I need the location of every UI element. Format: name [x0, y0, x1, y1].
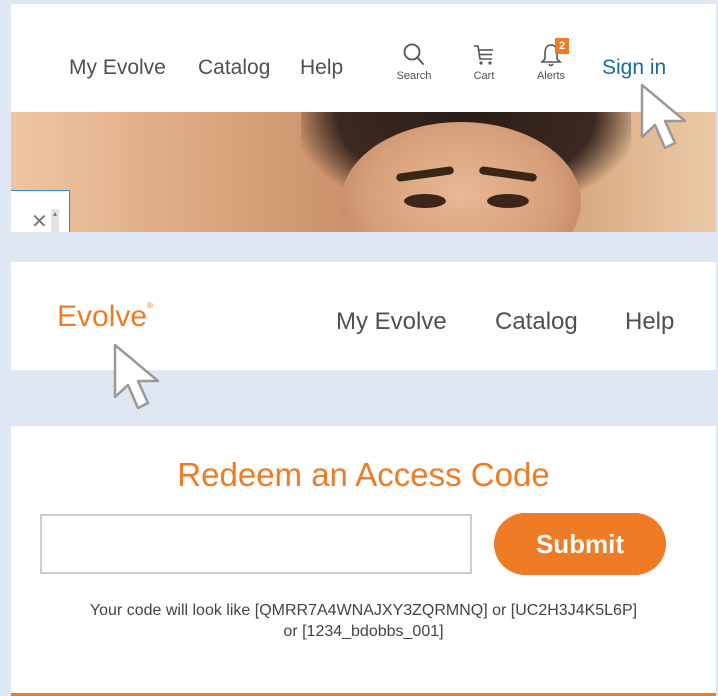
search-caption: Search [396, 70, 432, 82]
nav-help[interactable]: Help [625, 308, 674, 336]
hint-line-1: Your code will look like [QMRR7A4WNAJXY3… [89, 602, 638, 619]
cart-icon [474, 45, 493, 65]
hero-image: ✕ ▴ [11, 112, 716, 232]
hero-eye-left [404, 194, 446, 208]
cart-caption: Cart [473, 70, 495, 82]
logo-registered-mark: ® [147, 301, 153, 310]
cart-button[interactable]: Cart [459, 42, 509, 102]
top-navigation: My Evolve Catalog Help Search Cart 2 Ale… [11, 4, 716, 112]
evolve-logo[interactable]: Evolve® [57, 300, 153, 334]
search-button[interactable]: Search [389, 42, 439, 102]
mouse-cursor-icon [113, 343, 160, 410]
search-icon [403, 43, 424, 65]
nav-help[interactable]: Help [300, 56, 343, 80]
nav-catalog[interactable]: Catalog [198, 56, 270, 80]
hero-eye-right [487, 194, 529, 208]
nav-my-evolve[interactable]: My Evolve [69, 56, 166, 80]
sign-in-link[interactable]: Sign in [602, 56, 666, 80]
alerts-button[interactable]: 2 Alerts [526, 38, 576, 102]
popup-fragment: ✕ ▴ [11, 190, 70, 232]
nav-my-evolve[interactable]: My Evolve [336, 308, 447, 336]
redeem-title: Redeem an Access Code [177, 456, 550, 493]
hint-line-2: or [1234_bdobbs_001] [283, 623, 444, 640]
nav-catalog[interactable]: Catalog [495, 308, 578, 336]
access-code-input[interactable] [40, 514, 472, 574]
code-format-hint: Your code will look like [QMRR7A4WNAJXY3… [11, 600, 716, 642]
submit-button[interactable]: Submit [494, 513, 666, 575]
close-icon[interactable]: ✕ [31, 209, 48, 232]
redeem-panel: Redeem an Access Code Submit Your code w… [11, 426, 716, 696]
mouse-cursor-icon [640, 83, 687, 150]
alerts-count-badge: 2 [555, 38, 569, 54]
header-panel-signin: My Evolve Catalog Help Search Cart 2 Ale… [11, 4, 716, 232]
alerts-caption: Alerts [536, 70, 566, 82]
logo-text: Evolve [57, 300, 148, 333]
scrollbar[interactable]: ▴ [51, 209, 59, 232]
